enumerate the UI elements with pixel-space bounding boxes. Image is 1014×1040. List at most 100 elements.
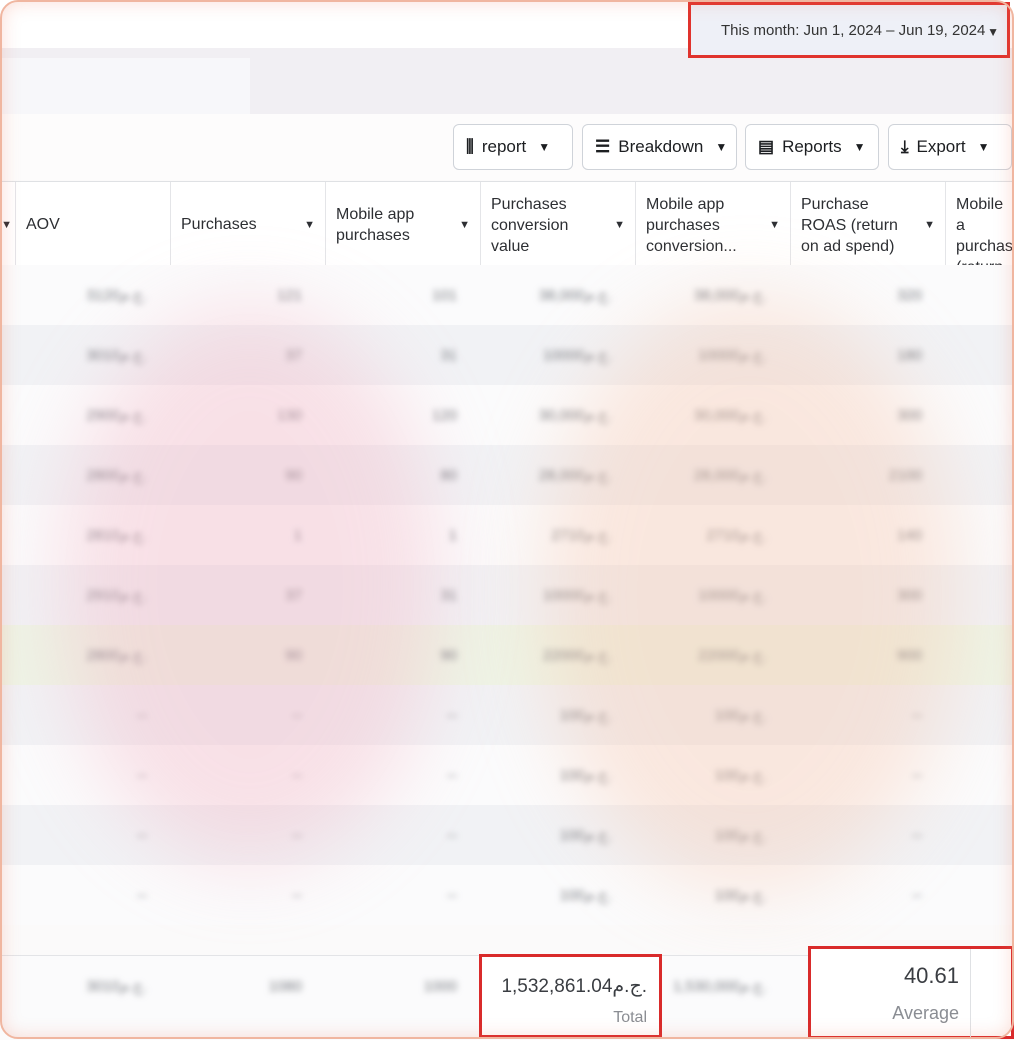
table-cell: -- <box>912 766 922 784</box>
caret-down-icon: ▼ <box>987 25 999 39</box>
export-button-label: Export <box>916 137 966 156</box>
table-cell: 10000ج.م. <box>542 587 612 604</box>
reports-button[interactable]: ▤ Reports ▼ <box>745 124 879 170</box>
chevron-down-icon: ▼ <box>715 140 728 154</box>
column-label: Purchase ROAS (return on ad spend) <box>801 196 898 255</box>
table-cell: 2800ج.م. <box>86 647 147 664</box>
table-cell: 121 <box>276 286 302 304</box>
table-cell: 3010ج.م. <box>86 347 147 364</box>
table-row[interactable]: 3120ج.م. 121 101 38,000ج.م. 38,000ج.م. 320 <box>0 265 1014 325</box>
table-cell: -- <box>137 766 147 784</box>
column-header-mobile-conversion-value[interactable]: Mobile app purchases conversion... ▼ <box>636 182 791 266</box>
column-header-purchases-conversion-value[interactable]: Purchases conversion value ▼ <box>481 182 636 266</box>
table-row[interactable]: 2800ج.م. 90 90 22000ج.م. 22000ج.م. 900 <box>0 625 1014 685</box>
table-cell: 31 <box>440 346 457 364</box>
table-cell: 100ج.م. <box>559 707 612 724</box>
table-cell: 10000ج.م. <box>542 347 612 364</box>
table-header: ▼ AOV Purchases ▼ Mobile app purchases ▼… <box>0 181 1014 267</box>
total-conversion-value-cell: 1,532,861.04ج.م. Total <box>479 954 662 1038</box>
chevron-down-icon: ▼ <box>853 140 866 154</box>
footer-aov: 3010ج.م. <box>86 978 147 995</box>
average-roas-value: 40.61 <box>903 963 959 988</box>
column-divider <box>970 949 971 1039</box>
table-cell: -- <box>447 826 457 844</box>
table-cell: 320 <box>896 286 922 304</box>
footer-mobile-purchases: 1000 <box>423 977 457 995</box>
sort-caret-icon: ▼ <box>459 219 470 231</box>
table-cell: -- <box>447 886 457 904</box>
download-icon: ⤓ <box>901 137 909 156</box>
column-header-purchase-roas[interactable]: Purchase ROAS (return on ad spend) ▼ <box>791 182 946 266</box>
table-cell: 100ج.م. <box>559 827 612 844</box>
table-cell: 3120ج.م. <box>86 287 147 304</box>
columns-icon: ⫼ <box>466 137 474 156</box>
table-cell: 101 <box>431 286 457 304</box>
breakdown-button[interactable]: ☰ Breakdown ▼ <box>582 124 737 170</box>
table-row[interactable]: -- -- -- 100ج.م. 100ج.م. -- <box>0 805 1014 865</box>
column-header-mobile-roas[interactable]: Mobile a purchas (return o <box>946 182 1014 266</box>
sort-caret-icon: ▼ <box>614 219 625 231</box>
toolbar: ⫼ report ▼ ☰ Breakdown ▼ ▤ Reports ▼ ⤓ E… <box>0 114 1014 180</box>
column-header-purchases[interactable]: Purchases ▼ <box>171 182 326 266</box>
table-row[interactable]: -- -- -- 100ج.م. 100ج.م. -- <box>0 685 1014 745</box>
table-cell: 38,000ج.م. <box>693 287 767 304</box>
table-cell: -- <box>292 826 302 844</box>
date-range-label: This month: Jun 1, 2024 – Jun 19, 2024 <box>721 21 986 39</box>
chevron-down-icon: ▼ <box>977 140 990 154</box>
table-cell: 10000ج.م. <box>697 587 767 604</box>
column-label: Purchases <box>181 216 257 233</box>
table-cell: 100ج.م. <box>714 767 767 784</box>
average-roas-cell: 40.61 Average <box>808 946 1014 1039</box>
total-label: Total <box>613 1009 647 1026</box>
average-label: Average <box>892 1003 959 1023</box>
sort-caret-icon: ▼ <box>304 219 315 231</box>
columns-button[interactable]: ⫼ report ▼ <box>453 124 573 170</box>
table-row[interactable]: -- -- -- 100ج.م. 100ج.م. -- <box>0 865 1014 925</box>
column-header-stub[interactable]: ▼ <box>0 182 16 266</box>
export-button[interactable]: ⤓ Export ▼ <box>888 124 1012 170</box>
table-row[interactable]: 2910ج.م. 37 31 10000ج.م. 10000ج.م. 300 <box>0 565 1014 625</box>
table-cell: 22000ج.م. <box>542 647 612 664</box>
reports-button-label: Reports <box>782 137 842 156</box>
date-range-picker[interactable]: This month: Jun 1, 2024 – Jun 19, 2024 ▼ <box>688 2 1010 58</box>
table-cell: -- <box>912 826 922 844</box>
table-cell: -- <box>292 886 302 904</box>
table-cell: -- <box>137 886 147 904</box>
columns-button-label: report <box>481 137 527 156</box>
table-row[interactable]: 3010ج.م. 37 31 10000ج.م. 10000ج.م. 180 <box>0 325 1014 385</box>
table-cell: 180 <box>896 346 922 364</box>
table-cell: 300 <box>896 586 922 604</box>
table-cell: 100ج.م. <box>559 767 612 784</box>
column-header-aov[interactable]: AOV <box>16 182 171 266</box>
table-cell: 30,000ج.م. <box>693 407 767 424</box>
table-cell: 2900ج.م. <box>86 407 147 424</box>
footer-purchases: 1080 <box>268 977 302 995</box>
table-cell: 120 <box>431 406 457 424</box>
table-row[interactable]: 2800ج.م. 90 80 28,000ج.م. 28,000ج.م. 2100 <box>0 445 1014 505</box>
table-cell: 90 <box>440 646 457 664</box>
table-row[interactable]: 2810ج.م. 1 1 2710ج.م. 2710ج.م. 140 <box>0 505 1014 565</box>
column-label: Mobile app purchases conversion... <box>646 196 737 255</box>
table-cell: 37 <box>285 346 302 364</box>
table-cell: -- <box>447 706 457 724</box>
table-cell: 28,000ج.م. <box>693 467 767 484</box>
table-cell: -- <box>912 886 922 904</box>
table-row[interactable]: -- -- -- 100ج.م. 100ج.م. -- <box>0 745 1014 805</box>
tab-area <box>0 58 250 114</box>
table-cell: 300 <box>896 406 922 424</box>
table-cell: 100ج.م. <box>559 887 612 904</box>
table-cell: 140 <box>896 526 922 544</box>
table-cell: 130 <box>276 406 302 424</box>
table-row[interactable]: 2900ج.م. 130 120 30,000ج.م. 30,000ج.م. 300 <box>0 385 1014 445</box>
table-cell: 2910ج.م. <box>86 587 147 604</box>
table-cell: -- <box>292 766 302 784</box>
breakdown-icon: ☰ <box>595 137 611 156</box>
table-cell: 22000ج.م. <box>697 647 767 664</box>
column-header-mobile-app-purchases[interactable]: Mobile app purchases ▼ <box>326 182 481 266</box>
table-cell: -- <box>292 706 302 724</box>
table-cell: 2710ج.م. <box>551 527 612 544</box>
table-cell: 2810ج.م. <box>86 527 147 544</box>
table-cell: -- <box>447 766 457 784</box>
table-cell: 30,000ج.م. <box>538 407 612 424</box>
table-cell: 31 <box>440 586 457 604</box>
